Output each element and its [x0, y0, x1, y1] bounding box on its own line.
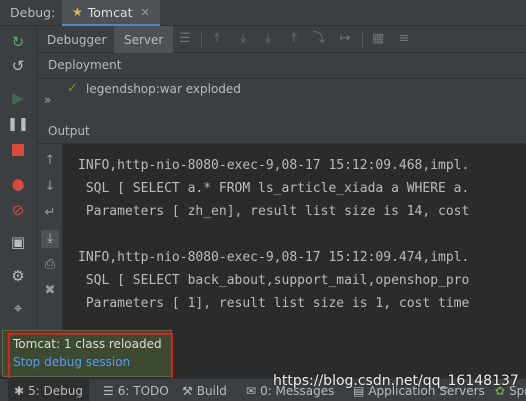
- tool-build[interactable]: ⚒ Build: [182, 379, 227, 401]
- rerun-icon[interactable]: ↻: [8, 32, 28, 52]
- artifact-item[interactable]: legendshop:war exploded: [86, 82, 241, 96]
- step-into-icon[interactable]: ⤓: [260, 31, 276, 47]
- debugger-toolbar: Debugger Server ☰ ⤒ ⤓ ⤓ ⤒ ⤵ ↦ ▦ ≡: [37, 26, 526, 53]
- tab-server[interactable]: Server: [114, 26, 174, 53]
- camera-icon[interactable]: ▣: [8, 232, 28, 252]
- print-icon[interactable]: ⎙: [41, 256, 59, 274]
- expand-chevron-icon[interactable]: »: [44, 93, 51, 107]
- scroll-up-icon[interactable]: ↑: [41, 152, 59, 170]
- step-out-icon[interactable]: ⤒: [286, 31, 302, 47]
- update-app-icon[interactable]: ↺: [8, 56, 28, 76]
- toolbar-divider: [201, 31, 202, 48]
- run-to-cursor-icon[interactable]: ↦: [337, 31, 353, 47]
- check-icon: ✓: [67, 81, 78, 96]
- tool-todo-label: 6: TODO: [117, 383, 169, 398]
- pause-icon[interactable]: ❚❚: [7, 114, 29, 134]
- watermark-text: https://blog.csdn.net/qq_16148137: [273, 373, 519, 389]
- tool-build-label: Build: [196, 383, 227, 398]
- resume-icon[interactable]: ▶: [8, 88, 28, 108]
- output-title: Output: [48, 124, 90, 138]
- messages-icon: ✉: [246, 383, 257, 398]
- soft-wrap-icon[interactable]: ↵: [41, 204, 59, 222]
- console-line: SQL [ SELECT back_about,support_mail,ope…: [78, 273, 470, 288]
- console-line: Parameters [ 1], result list size is 1, …: [78, 296, 470, 311]
- hammer-icon: ⚒: [182, 383, 193, 398]
- deployment-list: » ✓ legendshop:war exploded: [37, 79, 526, 119]
- drop-frame-icon[interactable]: ⤵: [311, 31, 327, 47]
- tool-debug-label: 5: Debug: [28, 383, 84, 398]
- todo-icon: ☰: [103, 383, 114, 398]
- pin-icon[interactable]: ⌖: [8, 298, 28, 318]
- console-line: SQL [ SELECT a.* FROM ls_article_xiada a…: [78, 181, 470, 196]
- frames-icon[interactable]: ☰: [177, 31, 193, 47]
- tab-tomcat-session[interactable]: ★ Tomcat ✕: [62, 0, 160, 26]
- scroll-to-end-icon[interactable]: ⤓: [41, 230, 59, 248]
- scroll-down-icon[interactable]: ↓: [41, 178, 59, 196]
- bug-icon: ✱: [14, 383, 25, 398]
- step-over-icon[interactable]: ⤓: [235, 31, 251, 47]
- gear-icon[interactable]: ⚙: [8, 266, 28, 286]
- debug-titlebar: Debug: ★ Tomcat ✕: [0, 0, 526, 26]
- highlight-box: [8, 333, 173, 380]
- debug-left-toolbar: ↻ ↺ ▶ ❚❚ ● ⊘ ▣ ⚙ ⌖: [0, 26, 37, 375]
- show-execution-point-icon[interactable]: ⤒: [209, 31, 225, 47]
- tab-debugger[interactable]: Debugger: [37, 26, 116, 53]
- output-header: Output: [37, 119, 526, 144]
- toolbar-divider: [362, 31, 363, 48]
- evaluate-icon[interactable]: ▦: [370, 31, 386, 47]
- view-breakpoints-icon[interactable]: ●: [8, 174, 28, 194]
- layout-icon[interactable]: ≡: [396, 31, 412, 47]
- mute-breakpoints-icon[interactable]: ⊘: [8, 200, 28, 220]
- tomcat-icon: ★: [72, 5, 83, 19]
- console-line: INFO,http-nio-8080-exec-9,08-17 15:12:09…: [78, 158, 470, 173]
- session-tab-label: Tomcat: [87, 4, 133, 20]
- clear-all-icon[interactable]: ✖: [41, 282, 59, 300]
- deployment-header: Deployment: [37, 53, 526, 79]
- stop-icon[interactable]: [8, 140, 28, 160]
- console-line: INFO,http-nio-8080-exec-9,08-17 15:12:09…: [78, 250, 470, 265]
- tool-todo[interactable]: ☰ 6: TODO: [103, 379, 169, 401]
- deployment-title: Deployment: [48, 58, 122, 72]
- console-line: Parameters [ zh_en], result list size is…: [78, 204, 470, 219]
- debug-label: Debug:: [10, 5, 56, 20]
- tool-debug[interactable]: ✱ 5: Debug: [8, 379, 90, 401]
- close-icon[interactable]: ✕: [141, 6, 150, 19]
